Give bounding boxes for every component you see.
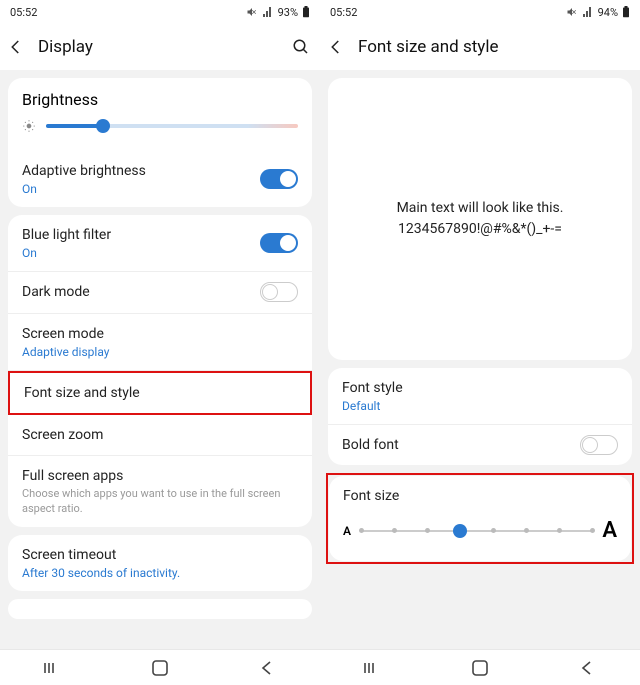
font-size-card: Font size A A — [329, 476, 631, 561]
brightness-card: Brightness Adaptive brightness On — [8, 78, 312, 207]
nav-home[interactable] — [148, 660, 172, 676]
adaptive-sub: On — [22, 182, 298, 196]
font-style-row[interactable]: Font style Default — [328, 368, 632, 425]
font-size-highlight: Font size A A — [326, 473, 634, 564]
brightness-slider[interactable] — [46, 124, 298, 128]
statusbar: 05:52 94% — [320, 0, 640, 24]
statusbar: 05:52 93% — [0, 0, 320, 24]
peek-card — [8, 599, 312, 619]
font-size-thumb[interactable] — [453, 524, 467, 538]
battery-icon — [302, 6, 310, 18]
screen-mode-sub: Adaptive display — [22, 345, 298, 359]
dark-mode-label: Dark mode — [22, 283, 298, 301]
appbar: Display — [0, 24, 320, 70]
preview-line1: Main text will look like this. — [397, 198, 564, 219]
bold-font-row[interactable]: Bold font — [328, 425, 632, 465]
slider-thumb[interactable] — [96, 119, 110, 133]
nav-recents[interactable] — [41, 660, 65, 676]
page-title: Font size and style — [358, 37, 630, 57]
status-right: 94% — [566, 6, 630, 19]
full-screen-desc: Choose which apps you want to use in the… — [22, 487, 298, 516]
preview-line2: 1234567890!@#%&*()_+-= — [398, 219, 562, 240]
nav-back[interactable] — [575, 660, 599, 676]
screen-zoom-row[interactable]: Screen zoom — [8, 415, 312, 456]
navbar — [320, 649, 640, 685]
timeout-sub: After 30 seconds of inactivity. — [22, 566, 298, 580]
battery-icon — [622, 6, 630, 18]
font-preview: Main text will look like this. 123456789… — [328, 78, 632, 360]
battery-text: 93% — [278, 6, 298, 19]
timeout-card: Screen timeout After 30 seconds of inact… — [8, 535, 312, 591]
bold-font-toggle[interactable] — [580, 435, 618, 455]
signal-icon — [582, 6, 594, 18]
status-right: 93% — [246, 6, 310, 19]
back-button[interactable] — [326, 37, 346, 57]
blue-light-label: Blue light filter — [22, 226, 298, 244]
big-a-icon: A — [602, 518, 617, 543]
mute-icon — [246, 6, 258, 18]
font-size-slider[interactable] — [361, 530, 592, 532]
screen-timeout-row[interactable]: Screen timeout After 30 seconds of inact… — [8, 535, 312, 591]
screen-mode-label: Screen mode — [22, 325, 298, 343]
page-title: Display — [38, 37, 280, 57]
battery-text: 94% — [598, 6, 618, 19]
font-settings-screen: 05:52 94% Font size and style Main text … — [320, 0, 640, 685]
nav-recents[interactable] — [361, 660, 385, 676]
font-size-label: Font size — [343, 488, 617, 504]
back-button[interactable] — [6, 37, 26, 57]
full-screen-apps-row[interactable]: Full screen apps Choose which apps you w… — [8, 456, 312, 527]
font-size-style-label: Font size and style — [24, 384, 296, 402]
adaptive-label: Adaptive brightness — [22, 162, 298, 180]
status-time: 05:52 — [10, 6, 37, 19]
brightness-label: Brightness — [22, 90, 298, 109]
timeout-label: Screen timeout — [22, 546, 298, 564]
content: Main text will look like this. 123456789… — [320, 70, 640, 685]
sun-icon — [22, 119, 36, 133]
status-time: 05:52 — [330, 6, 357, 19]
full-screen-label: Full screen apps — [22, 467, 298, 485]
search-button[interactable] — [292, 38, 310, 56]
mute-icon — [566, 6, 578, 18]
font-options-card: Font style Default Bold font — [328, 368, 632, 465]
appbar: Font size and style — [320, 24, 640, 70]
display-options-card: Blue light filter On Dark mode Screen mo… — [8, 215, 312, 527]
adaptive-toggle[interactable] — [260, 169, 298, 189]
blue-light-toggle[interactable] — [260, 233, 298, 253]
font-size-style-row[interactable]: Font size and style — [8, 371, 312, 415]
blue-light-sub: On — [22, 246, 298, 260]
screen-mode-row[interactable]: Screen mode Adaptive display — [8, 314, 312, 371]
signal-icon — [262, 6, 274, 18]
dark-mode-toggle[interactable] — [260, 282, 298, 302]
small-a-icon: A — [343, 524, 351, 538]
dark-mode-row[interactable]: Dark mode — [8, 272, 312, 313]
content: Brightness Adaptive brightness On Blue l… — [0, 70, 320, 685]
brightness-row: Brightness — [8, 78, 312, 151]
font-style-sub: Default — [342, 399, 618, 413]
navbar — [0, 649, 320, 685]
bold-font-label: Bold font — [342, 436, 618, 454]
font-style-label: Font style — [342, 379, 618, 397]
display-settings-screen: 05:52 93% Display Brightness Adaptive br… — [0, 0, 320, 685]
blue-light-row[interactable]: Blue light filter On — [8, 215, 312, 272]
screen-zoom-label: Screen zoom — [22, 426, 298, 444]
adaptive-brightness-row[interactable]: Adaptive brightness On — [8, 151, 312, 207]
nav-back[interactable] — [255, 660, 279, 676]
nav-home[interactable] — [468, 660, 492, 676]
